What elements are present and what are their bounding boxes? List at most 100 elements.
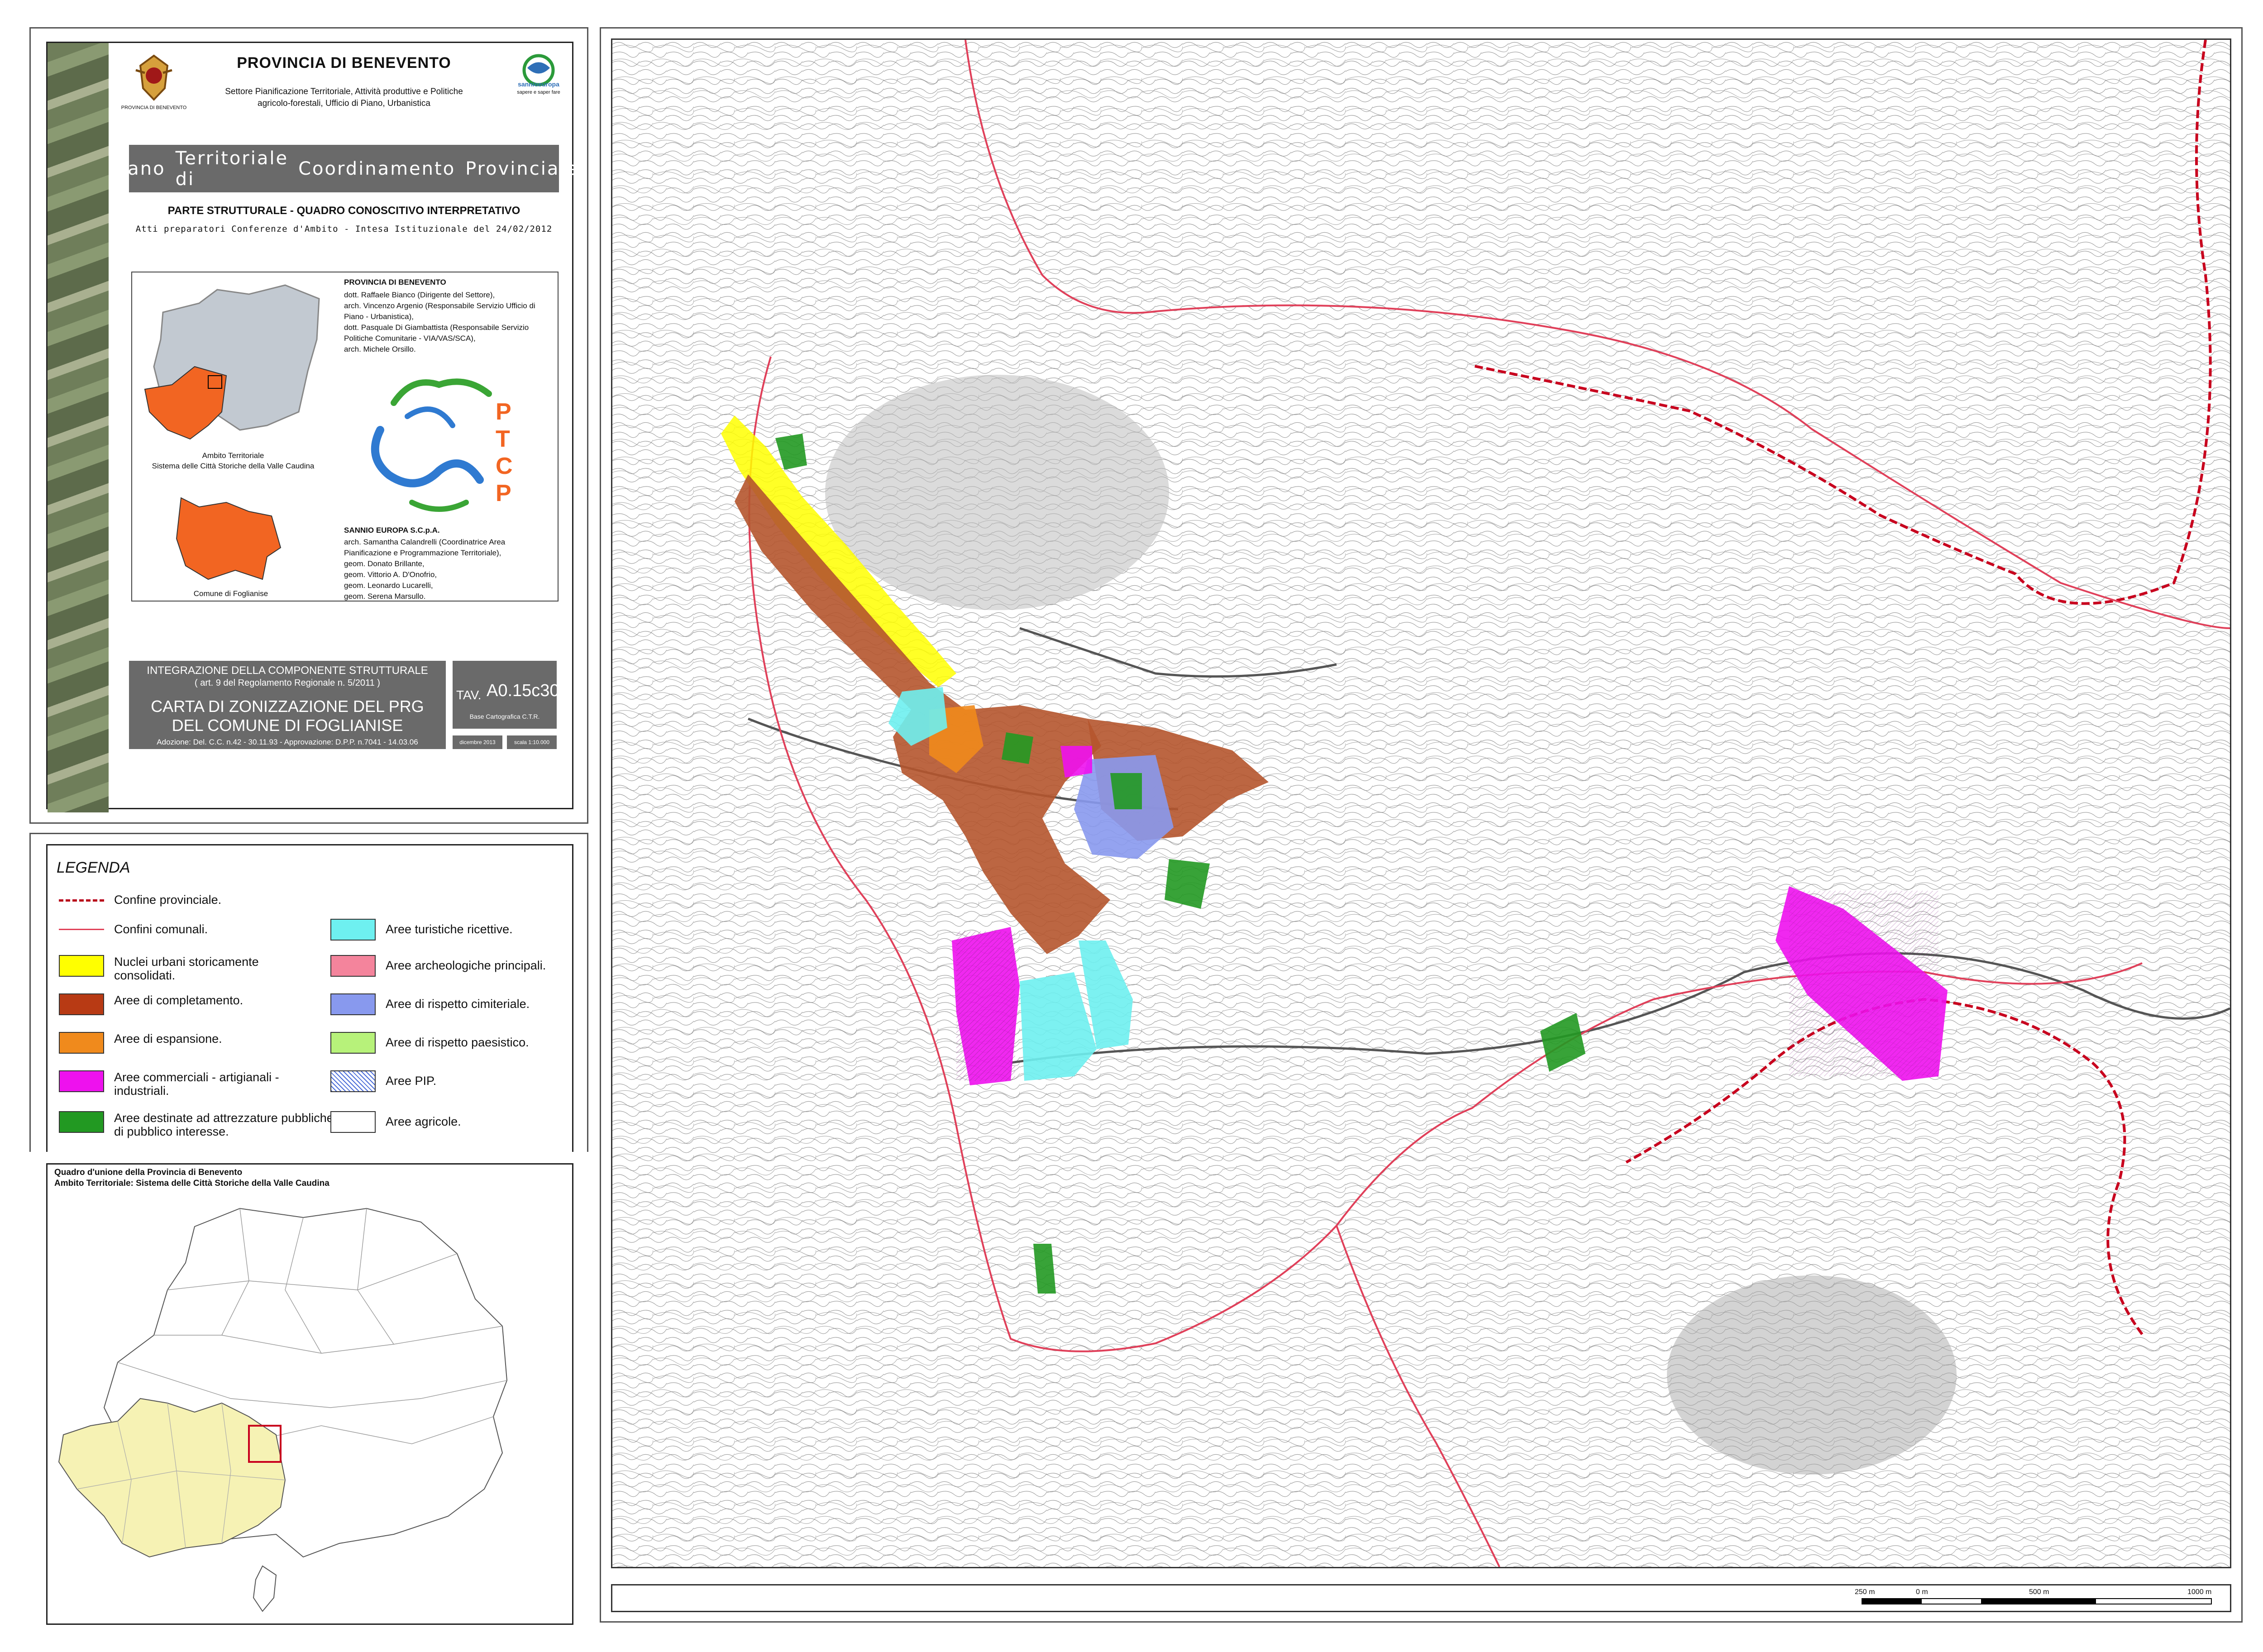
- provincia-credit-4: Politiche Comunitarie - VIA/VAS/SCA),: [344, 334, 476, 343]
- provincia-credit-5: arch. Michele Orsillo.: [344, 345, 416, 353]
- provincia-credit-0: dott. Raffaele Bianco (Dirigente del Set…: [344, 291, 495, 299]
- legend-label: Aree turistiche ricettive.: [386, 922, 513, 936]
- org-subtitle-1: Settore Pianificazione Territoriale, Att…: [225, 87, 463, 96]
- plan-title-word-1: Piano: [109, 158, 166, 179]
- settlement-relief: [1667, 1275, 1957, 1475]
- comune-caption: Comune di Foglianise: [193, 589, 268, 598]
- ptcp-letter-p2: P: [496, 480, 511, 506]
- legend-swatch: [330, 1032, 376, 1054]
- plan-title-word-3: Coordinamento: [298, 158, 456, 179]
- scale-label-250: 250 m: [1855, 1588, 1875, 1596]
- scale-label-1000: 1000 m: [2187, 1588, 2212, 1596]
- plan-title-band: Piano Territoriale di Coordinamento Prov…: [110, 145, 577, 192]
- legend-item-confine-provinciale: Confine provinciale.: [59, 889, 221, 911]
- zone-commerciale-west-hatch: [956, 931, 1015, 1081]
- scale-label-500: 500 m: [2029, 1588, 2049, 1596]
- adoption-info: Adozione: Del. C.C. n.42 - 30.11.93 - Ap…: [157, 738, 418, 746]
- tav-prefix: TAV.: [456, 688, 482, 702]
- provincia-credit-2: Piano - Urbanistica),: [344, 312, 414, 321]
- ptcp-letter-p1: P: [496, 399, 511, 425]
- legend-label: Confine provinciale.: [114, 893, 222, 907]
- partner-logo-text-2: sapere e saper fare: [517, 90, 560, 95]
- integration-line-2: ( art. 9 del Regolamento Regionale n. 5/…: [195, 678, 380, 688]
- legend-swatch-comunali: [59, 919, 104, 941]
- legend-label: Aree archeologiche principali.: [386, 959, 546, 972]
- zone-attrezzature-6: [1002, 732, 1033, 764]
- logo-caption: PROVINCIA DI BENEVENTO: [121, 105, 187, 110]
- legend-swatch-provinciale: [59, 889, 104, 911]
- aerial-photo-strip: [48, 43, 109, 812]
- legend-label: Aree destinate ad attrezzature pubbliche…: [114, 1111, 344, 1138]
- sannio-credits-heading: SANNIO EUROPA S.C.p.A.: [344, 526, 440, 535]
- sannio-credit-5: geom. Serena Marsullo.: [344, 592, 426, 601]
- integration-line-1: INTEGRAZIONE DELLA COMPONENTE STRUTTURAL…: [147, 664, 428, 677]
- zone-commerciale-center: [1060, 746, 1092, 778]
- part-subtitle: Atti preparatori Conferenze d'Ambito - I…: [135, 224, 553, 234]
- comune-map-thumbnail: [172, 489, 290, 584]
- scale-bar-track: [1862, 1598, 2212, 1604]
- legend-item-cimiteriale: Aree di rispetto cimiteriale.: [330, 993, 530, 1015]
- sannio-credit-0: arch. Samantha Calandrelli (Coordinatric…: [344, 538, 506, 546]
- zoning-map-svg: [612, 40, 2230, 1567]
- ambito-caption-1: Ambito Territoriale: [202, 451, 264, 460]
- legend-swatch: [330, 993, 376, 1015]
- provincia-logo: [127, 52, 181, 106]
- provincia-credits-heading: PROVINCIA DI BENEVENTO: [344, 278, 446, 286]
- ambito-caption-2: Sistema delle Città Storiche della Valle…: [152, 462, 315, 470]
- plan-title-word-2: Territoriale di: [175, 148, 289, 190]
- legend-swatch-hatch: [330, 1070, 376, 1092]
- base-cartografica: Base Cartografica C.T.R.: [469, 713, 540, 720]
- legend-swatch: [330, 1111, 376, 1133]
- map-title-2: DEL COMUNE DI FOGLIANISE: [172, 716, 403, 735]
- provincia-credit-3: dott. Pasquale Di Giambattista (Responsa…: [344, 323, 529, 332]
- contour-overlay: [612, 40, 2230, 1567]
- scale-bar: 250 m 0 m 500 m 1000 m: [611, 1584, 2231, 1612]
- mountain-relief: [825, 375, 1169, 610]
- legend-label: Aree agricole.: [386, 1115, 461, 1128]
- date-cell: dicembre 2013: [453, 735, 502, 749]
- legend-swatch: [59, 1111, 104, 1133]
- zoning-map[interactable]: [611, 38, 2231, 1568]
- overview-title-2: Ambito Territoriale: Sistema delle Città…: [54, 1179, 329, 1188]
- legend-item-agricole: Aree agricole.: [330, 1111, 461, 1133]
- legend-item-turistiche: Aree turistiche ricettive.: [330, 919, 513, 941]
- overview-title-1: Quadro d'unione della Provincia di Benev…: [54, 1168, 243, 1177]
- legend-label: Aree di completamento.: [114, 993, 243, 1007]
- org-subtitle-2: agricolo-forestali, Ufficio di Piano, Ur…: [258, 99, 430, 108]
- partner-logo-text: sannioeuropa: [518, 81, 559, 88]
- zone-commerciale-east-hatch: [1789, 891, 1938, 1076]
- legend-swatch: [59, 1032, 104, 1054]
- scale-label-0: 0 m: [1916, 1588, 1928, 1596]
- province-overview-map: [50, 1190, 570, 1620]
- province-map-thumbnail: [136, 276, 330, 448]
- ptcp-letter-c: C: [496, 453, 513, 479]
- legend-swatch: [59, 955, 104, 977]
- zone-attrezzature-2: [1110, 773, 1142, 809]
- legend-label: Confini comunali.: [114, 922, 208, 936]
- legend-label: Aree di espansione.: [114, 1032, 222, 1046]
- part-title: PARTE STRUTTURALE - QUADRO CONOSCITIVO I…: [167, 205, 520, 217]
- legend-title: LEGENDA: [57, 859, 130, 876]
- ptcp-logo: [362, 367, 543, 520]
- legend-item-attrezzature: Aree destinate ad attrezzature pubbliche…: [59, 1111, 349, 1138]
- legend-label: Aree di rispetto cimiteriale.: [386, 997, 530, 1011]
- sannio-credit-3: geom. Vittorio A. D'Onofrio,: [344, 570, 437, 579]
- provincia-credit-1: arch. Vincenzo Argenio (Responsabile Ser…: [344, 301, 535, 310]
- tav-code: A0.15c30: [487, 681, 559, 700]
- legend-item-completamento: Aree di completamento.: [59, 993, 243, 1015]
- sannio-credit-1: Pianificazione e Programmazione Territor…: [344, 549, 501, 557]
- legend-label: Aree commerciali - artigianali - industr…: [114, 1070, 279, 1098]
- legend-item-commerciali: Aree commerciali - artigianali - industr…: [59, 1070, 331, 1098]
- legend-item-espansione: Aree di espansione.: [59, 1032, 222, 1054]
- org-title: PROVINCIA DI BENEVENTO: [237, 54, 451, 72]
- map-title-1: CARTA DI ZONIZZAZIONE DEL PRG: [151, 697, 424, 716]
- scale-cell: scala 1:10.000: [507, 735, 557, 749]
- legend-label: Aree PIP.: [386, 1074, 437, 1088]
- legend-item-nuclei-urbani: Nuclei urbani storicamente consolidati.: [59, 955, 304, 982]
- legend-swatch: [59, 1070, 104, 1092]
- legend-item-paesistico: Aree di rispetto paesistico.: [330, 1032, 529, 1054]
- sannio-credit-4: geom. Leonardo Lucarelli,: [344, 581, 433, 590]
- legend-item-confini-comunali: Confini comunali.: [59, 919, 208, 941]
- legend-label: Nuclei urbani storicamente consolidati.: [114, 955, 259, 982]
- legend-swatch: [59, 993, 104, 1015]
